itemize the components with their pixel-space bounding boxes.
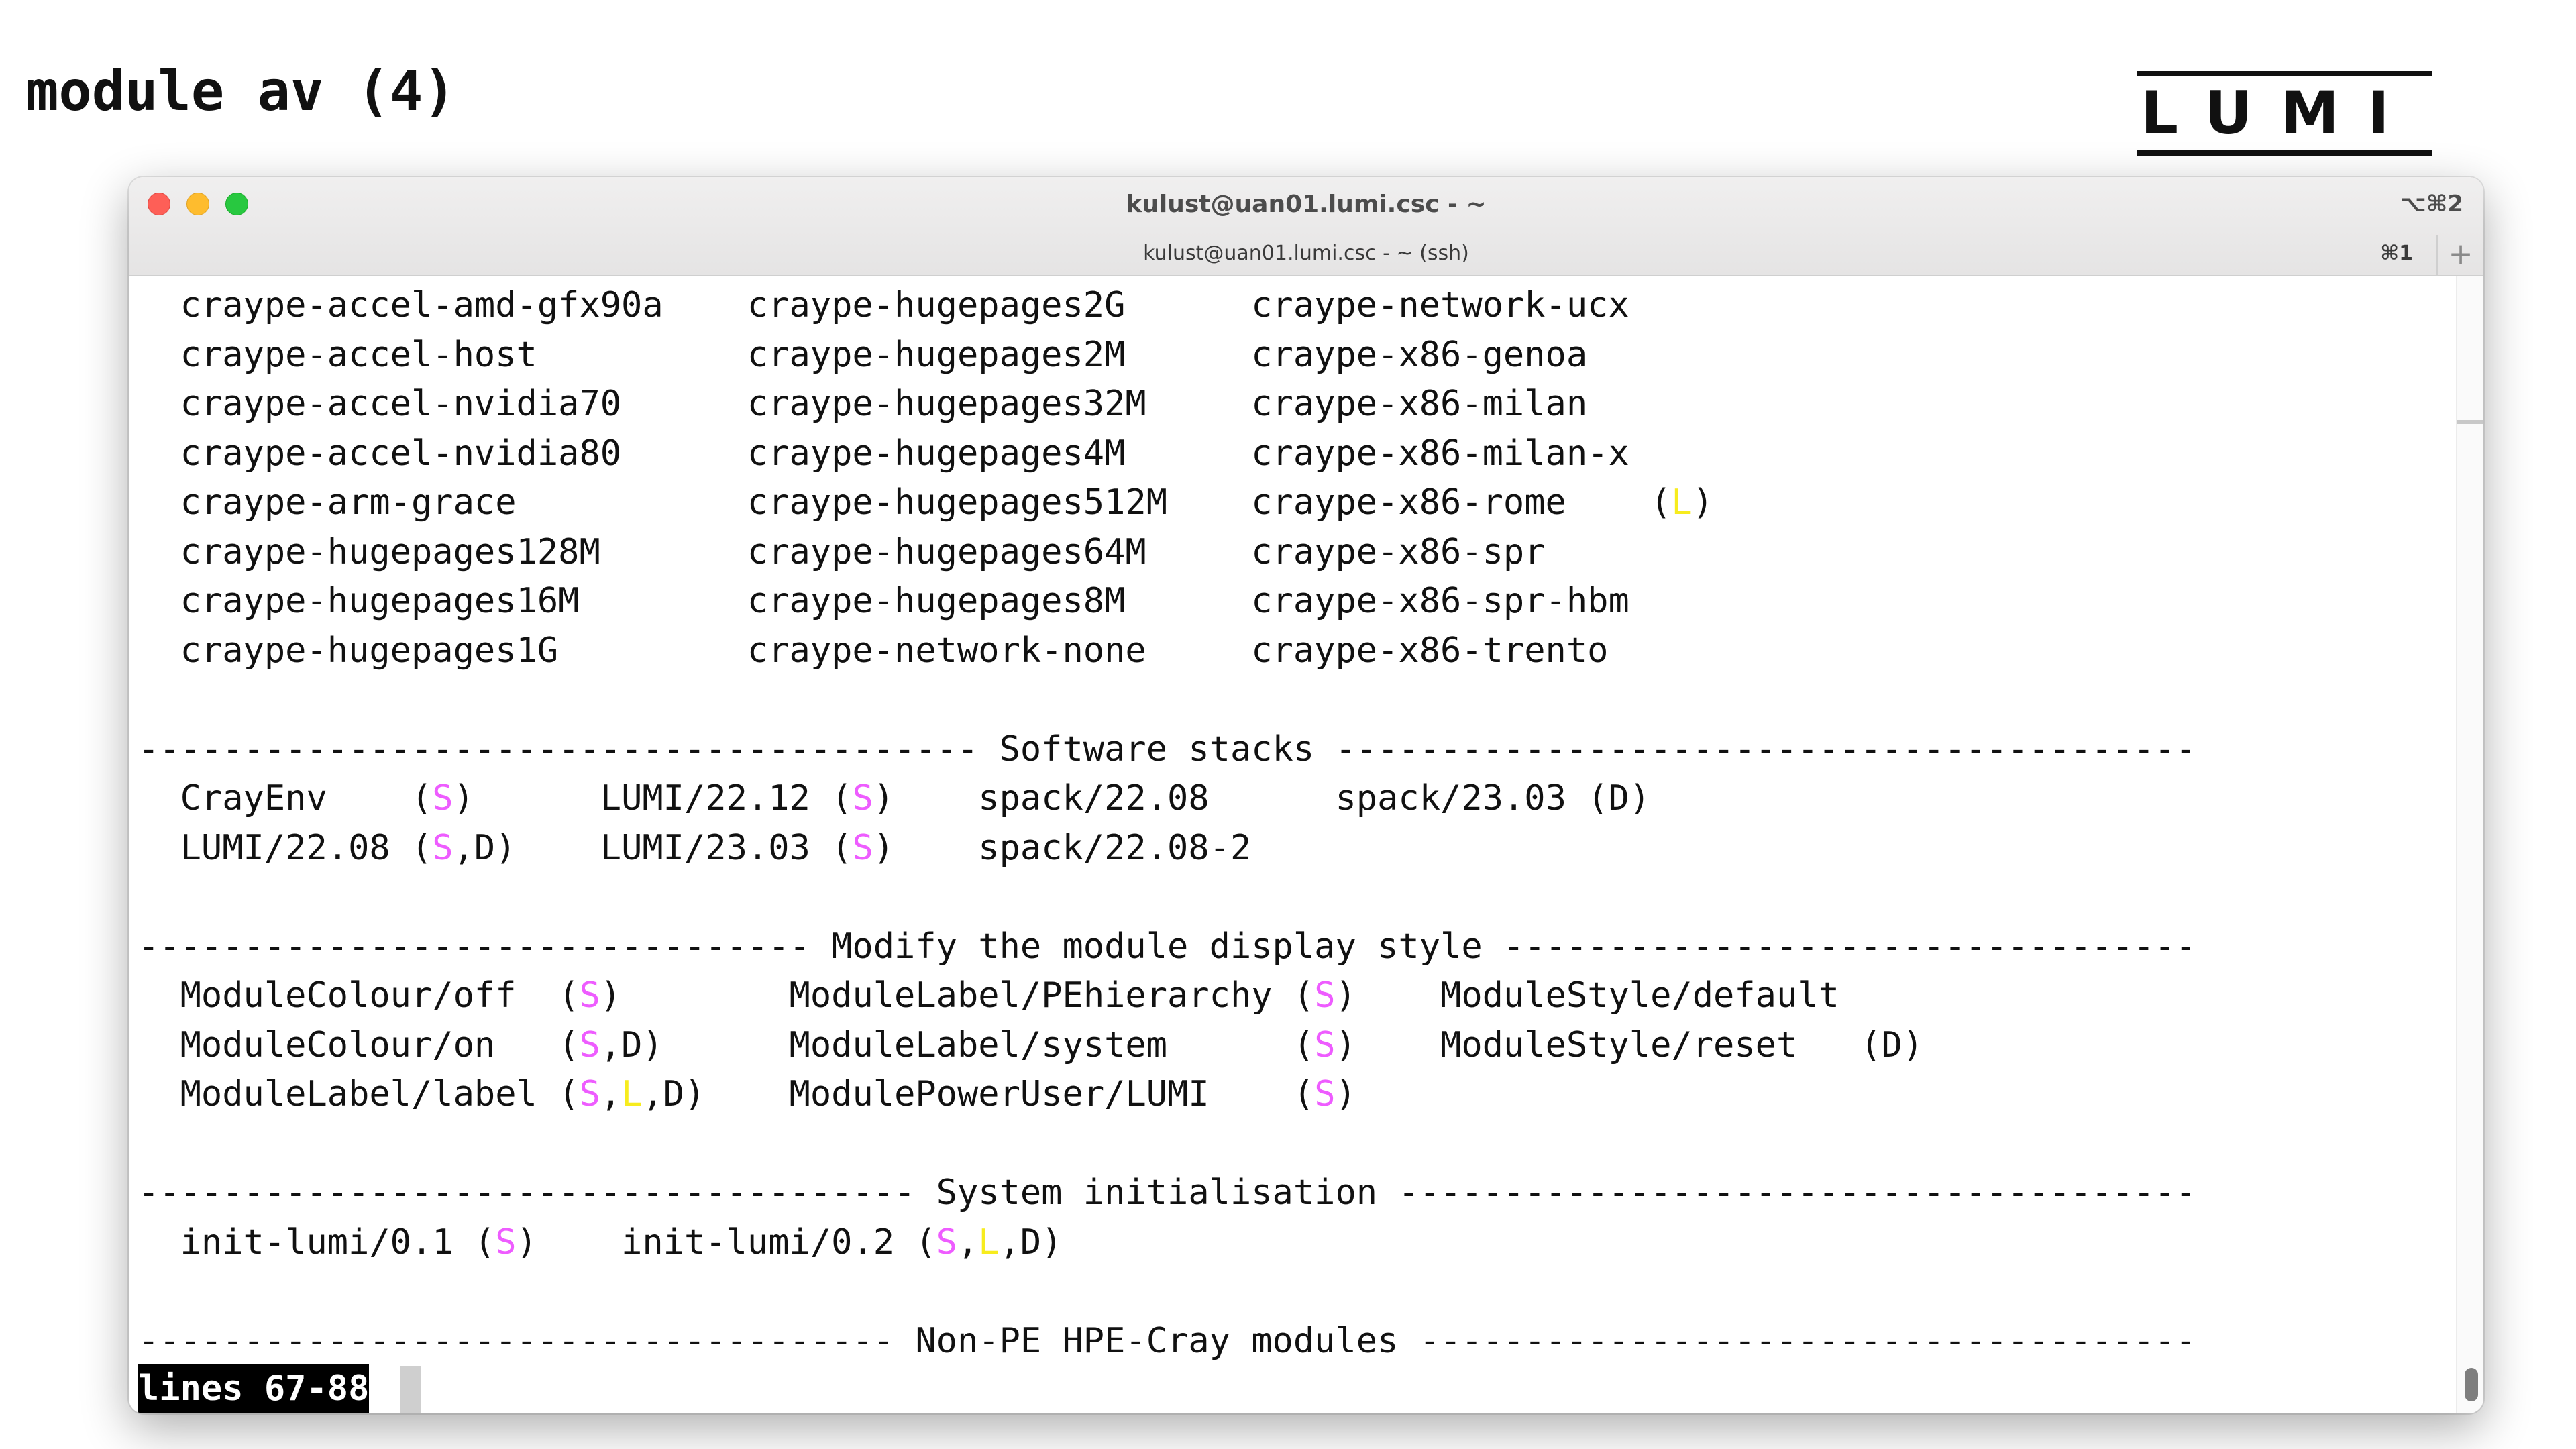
terminal-text: , bbox=[600, 1074, 622, 1114]
terminal-text: craype-hugepages16M craype-hugepages8M c… bbox=[138, 581, 1629, 621]
terminal-line: -------------------------------- Modify … bbox=[138, 922, 2196, 971]
terminal-text: ) ModuleStyle/default bbox=[1335, 975, 1839, 1016]
terminal-line: ------------------------------------- Sy… bbox=[138, 1169, 2196, 1218]
terminal-line: craype-accel-nvidia70 craype-hugepages32… bbox=[138, 380, 1588, 429]
terminal-text: -------------------------------- Modify … bbox=[138, 926, 2197, 967]
terminal-text: ) bbox=[1335, 1074, 1356, 1114]
terminal-line: craype-hugepages16M craype-hugepages8M c… bbox=[138, 577, 1629, 626]
sticky-marker: S bbox=[852, 778, 873, 818]
terminal-text: ) init-lumi/0.2 ( bbox=[516, 1222, 936, 1263]
tab-shortcut: ⌘1 bbox=[2380, 241, 2413, 265]
terminal-window: kulust@uan01.lumi.csc - ~ ⌥⌘2 kulust@uan… bbox=[129, 177, 2483, 1413]
sticky-marker: S bbox=[579, 1074, 600, 1114]
sticky-marker: S bbox=[852, 827, 873, 868]
loaded-marker: L bbox=[978, 1222, 1000, 1263]
sticky-marker: S bbox=[579, 1024, 600, 1065]
terminal-text: CrayEnv ( bbox=[138, 778, 433, 818]
terminal-text: ) LUMI/22.12 ( bbox=[453, 778, 853, 818]
terminal-line: craype-accel-amd-gfx90a craype-hugepages… bbox=[138, 281, 1629, 330]
terminal-output[interactable]: craype-accel-amd-gfx90a craype-hugepages… bbox=[129, 276, 2483, 1413]
terminal-line: ModuleColour/on (S,D) ModuleLabel/system… bbox=[138, 1021, 1924, 1070]
new-tab-button[interactable]: + bbox=[2436, 235, 2483, 276]
terminal-line: init-lumi/0.1 (S) init-lumi/0.2 (S,L,D) bbox=[138, 1218, 1063, 1267]
terminal-text: craype-accel-host craype-hugepages2M cra… bbox=[138, 334, 1588, 375]
terminal-line: craype-hugepages1G craype-network-none c… bbox=[138, 627, 1609, 676]
sticky-marker: S bbox=[432, 827, 453, 868]
sticky-marker: S bbox=[1314, 1024, 1336, 1065]
sticky-marker: S bbox=[432, 778, 453, 818]
terminal-line: ------------------------------------ Non… bbox=[138, 1317, 2196, 1366]
window-shortcut: ⌥⌘2 bbox=[2400, 191, 2463, 217]
scroll-marker bbox=[2457, 420, 2483, 424]
terminal-line: LUMI/22.08 (S,D) LUMI/23.03 (S) spack/22… bbox=[138, 824, 1252, 873]
terminal-text: ,D) bbox=[999, 1222, 1063, 1263]
tab-ssh[interactable]: kulust@uan01.lumi.csc - ~ (ssh) bbox=[129, 241, 2483, 265]
terminal-text: craype-hugepages128M craype-hugepages64M… bbox=[138, 531, 1546, 572]
terminal-line: craype-accel-nvidia80 craype-hugepages4M… bbox=[138, 429, 1629, 478]
terminal-text: ) spack/22.08-2 bbox=[873, 827, 1252, 868]
text-cursor bbox=[400, 1366, 421, 1413]
sticky-marker: S bbox=[579, 975, 600, 1016]
terminal-line: craype-hugepages128M craype-hugepages64M… bbox=[138, 528, 1546, 577]
terminal-line: ----------------------------------------… bbox=[138, 725, 2196, 774]
sticky-marker: S bbox=[936, 1222, 957, 1263]
terminal-text: LUMI/22.08 ( bbox=[138, 827, 433, 868]
terminal-text: craype-hugepages1G craype-network-none c… bbox=[138, 630, 1609, 671]
terminal-line: ModuleColour/off (S) ModuleLabel/PEhiera… bbox=[138, 971, 1839, 1020]
terminal-text: ) ModuleLabel/PEhierarchy ( bbox=[600, 975, 1315, 1016]
terminal-text: ------------------------------------- Sy… bbox=[138, 1173, 2197, 1213]
terminal-text: ModuleColour/on ( bbox=[138, 1024, 580, 1065]
sticky-marker: S bbox=[1314, 975, 1336, 1016]
terminal-text: ,D) LUMI/23.03 ( bbox=[453, 827, 853, 868]
scrollbar-track[interactable] bbox=[2456, 276, 2483, 1413]
tab-bar: kulust@uan01.lumi.csc - ~ (ssh) ⌘1 + bbox=[129, 235, 2483, 276]
loaded-marker: L bbox=[621, 1074, 643, 1114]
terminal-text: ) spack/22.08 spack/23.03 (D) bbox=[873, 778, 1651, 818]
title-bar[interactable]: kulust@uan01.lumi.csc - ~ ⌥⌘2 kulust@uan… bbox=[129, 177, 2483, 276]
terminal-text: ) ModuleStyle/reset (D) bbox=[1335, 1024, 1924, 1065]
terminal-text: craype-accel-nvidia70 craype-hugepages32… bbox=[138, 384, 1588, 424]
terminal-text: ) bbox=[1692, 482, 1714, 523]
scrollbar-thumb[interactable] bbox=[2465, 1368, 2478, 1401]
pager-status: lines 67-88 bbox=[138, 1364, 370, 1413]
terminal-text: ,D) ModulePowerUser/LUMI ( bbox=[642, 1074, 1315, 1114]
window-title: kulust@uan01.lumi.csc - ~ bbox=[1126, 191, 1487, 218]
terminal-text: craype-accel-amd-gfx90a craype-hugepages… bbox=[138, 285, 1629, 325]
slide-title: module av (4) bbox=[25, 60, 456, 123]
terminal-text: ModuleColour/off ( bbox=[138, 975, 580, 1016]
terminal-text: ModuleLabel/label ( bbox=[138, 1074, 580, 1114]
terminal-text: craype-arm-grace craype-hugepages512M cr… bbox=[138, 482, 1672, 523]
terminal-line: craype-accel-host craype-hugepages2M cra… bbox=[138, 331, 1588, 380]
terminal-text: , bbox=[957, 1222, 979, 1263]
sticky-marker: S bbox=[495, 1222, 517, 1263]
terminal-text: craype-accel-nvidia80 craype-hugepages4M… bbox=[138, 433, 1629, 474]
terminal-text: ------------------------------------ Non… bbox=[138, 1320, 2197, 1361]
terminal-text: ,D) ModuleLabel/system ( bbox=[600, 1024, 1315, 1065]
terminal-line: ModuleLabel/label (S,L,D) ModulePowerUse… bbox=[138, 1070, 1356, 1119]
lumi-logo: LUMI bbox=[2137, 71, 2432, 156]
sticky-marker: S bbox=[1314, 1074, 1336, 1114]
terminal-text: init-lumi/0.1 ( bbox=[138, 1222, 496, 1263]
loaded-marker: L bbox=[1671, 482, 1693, 523]
terminal-line: CrayEnv (S) LUMI/22.12 (S) spack/22.08 s… bbox=[138, 774, 1651, 823]
terminal-text: ----------------------------------------… bbox=[138, 729, 2197, 769]
terminal-line: craype-arm-grace craype-hugepages512M cr… bbox=[138, 478, 1713, 527]
